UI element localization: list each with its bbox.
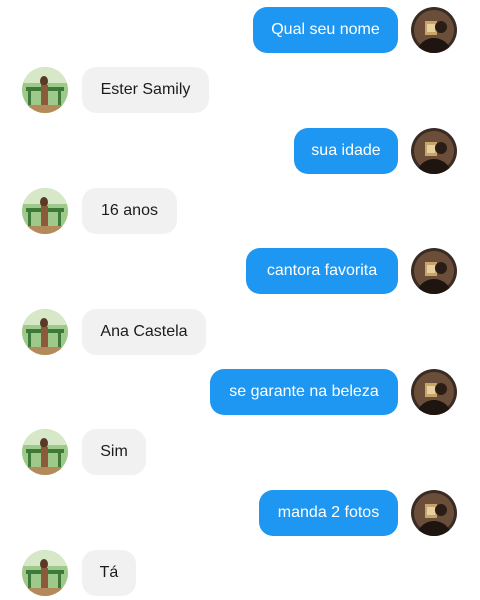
- contact-photo-avatar-icon: [22, 429, 68, 475]
- contact-photo-avatar-icon: [22, 550, 68, 596]
- contact-avatar[interactable]: [22, 309, 68, 355]
- message-row-outgoing: se garante na beleza: [0, 369, 480, 415]
- message-row-outgoing: manda 2 fotos: [0, 490, 480, 536]
- message-bubble-incoming[interactable]: 16 anos: [82, 188, 177, 234]
- sender-avatar[interactable]: [411, 248, 457, 294]
- sender-avatar[interactable]: [411, 128, 457, 174]
- contact-avatar[interactable]: [22, 429, 68, 475]
- message-row-incoming: Ana Castela: [0, 309, 480, 355]
- message-bubble-outgoing[interactable]: sua idade: [294, 128, 398, 174]
- user-photo-avatar-icon: [411, 7, 457, 53]
- message-bubble-outgoing[interactable]: Qual seu nome: [253, 7, 398, 53]
- message-bubble-incoming[interactable]: Ana Castela: [82, 309, 206, 355]
- user-photo-avatar-icon: [411, 248, 457, 294]
- sender-avatar[interactable]: [411, 369, 457, 415]
- message-row-incoming: 16 anos: [0, 188, 480, 234]
- sender-avatar[interactable]: [411, 7, 457, 53]
- message-bubble-incoming[interactable]: Ester Samily: [82, 67, 209, 113]
- message-bubble-incoming[interactable]: Sim: [82, 429, 146, 475]
- contact-avatar[interactable]: [22, 188, 68, 234]
- message-row-incoming: Tá: [0, 550, 480, 596]
- contact-avatar[interactable]: [22, 550, 68, 596]
- contact-avatar[interactable]: [22, 67, 68, 113]
- contact-photo-avatar-icon: [22, 188, 68, 234]
- message-bubble-outgoing[interactable]: manda 2 fotos: [259, 490, 398, 536]
- message-row-outgoing: sua idade: [0, 128, 480, 174]
- chat-thread: Qual seu nome Ester Samily sua idade 16 …: [0, 0, 480, 600]
- contact-photo-avatar-icon: [22, 67, 68, 113]
- message-row-outgoing: cantora favorita: [0, 248, 480, 294]
- user-photo-avatar-icon: [411, 369, 457, 415]
- user-photo-avatar-icon: [411, 128, 457, 174]
- message-row-incoming: Sim: [0, 429, 480, 475]
- contact-photo-avatar-icon: [22, 309, 68, 355]
- message-bubble-incoming[interactable]: Tá: [82, 550, 136, 596]
- message-row-outgoing: Qual seu nome: [0, 7, 480, 53]
- user-photo-avatar-icon: [411, 490, 457, 536]
- sender-avatar[interactable]: [411, 490, 457, 536]
- message-row-incoming: Ester Samily: [0, 67, 480, 113]
- message-bubble-outgoing[interactable]: cantora favorita: [246, 248, 398, 294]
- message-bubble-outgoing[interactable]: se garante na beleza: [210, 369, 398, 415]
